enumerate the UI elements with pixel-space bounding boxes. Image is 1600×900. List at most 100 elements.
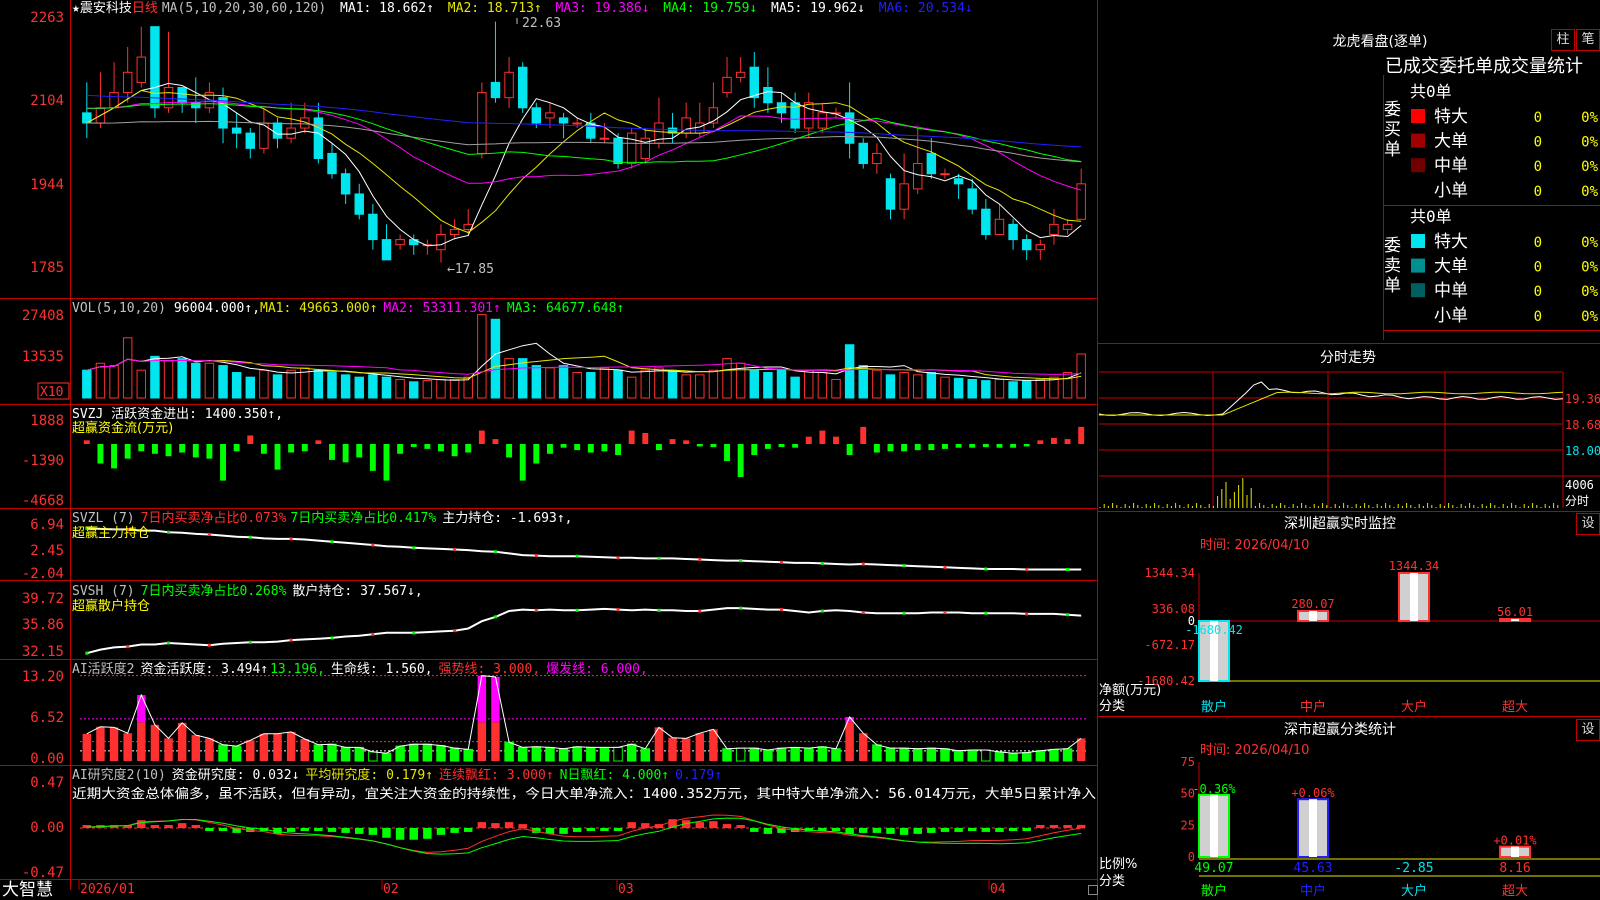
volume-bar [626,376,637,399]
ai2-bar [967,828,977,831]
svsh-line-marker [657,608,661,612]
ai2-bar [191,825,201,828]
svzj-tick: -1390 [22,453,64,469]
ai-bar [531,746,542,762]
svzl-line-marker [698,558,702,562]
ai-bar [218,744,228,762]
sz-monitor-xlabel: 分类 [1099,699,1125,714]
svsh-line-marker [534,608,538,612]
svzj-bar [805,436,812,444]
svzl-line-marker [616,556,620,560]
ai-bar [286,731,296,761]
volume-bar [599,367,610,399]
ai2-bar [1049,825,1059,828]
ai2-bar [1008,828,1018,831]
svsh-line-marker [780,608,784,612]
candle-body [1062,223,1073,230]
order-stats-title: 已成交委托单成交量统计 [1385,56,1583,77]
svsh-layer [85,606,1082,655]
candle-body [1049,223,1059,236]
candle-body [858,142,868,165]
tick-view-button[interactable]: 笔 [1576,29,1600,51]
ai2-tick: 0.47 [30,775,64,791]
volume-bar [218,365,228,399]
price-tick: 2104 [30,93,64,109]
svzl-line-marker [657,556,661,560]
svzj-layer [83,426,1085,481]
sz-stats-value: 45.63 [1293,861,1332,876]
svzl-line-marker [984,567,988,571]
svsh-line-marker [943,610,947,614]
volume-bar [1035,378,1046,399]
sz-stats-category: 超大 [1502,884,1528,899]
svzj-bar [111,444,118,469]
sz-stats-title: 深市超赢分类统计 [1284,721,1396,738]
volume-bar [490,318,501,399]
sz-monitor-chart: 1344.34336.080-672.17-1680.42-1680.42散户2… [1137,559,1600,715]
ai-t4: 强势线: 3.000, [439,661,541,677]
ai-bar [123,733,132,761]
candle-body [994,218,1005,236]
sz-stats-settings-button[interactable]: 设 [1576,719,1600,741]
sz-stats-delta: +0.06% [1291,786,1335,800]
ai-bar [1035,750,1046,762]
ai2-bar [995,828,1004,832]
svzj-bar [560,444,567,448]
ai-bar [1008,752,1018,762]
candle-body [613,137,623,165]
ai-bar [96,726,105,761]
volume-bar [109,365,119,399]
intraday-tick: 18.00 [1565,444,1600,458]
ai2-bar [559,828,568,834]
candle-body [368,213,378,241]
svzj-bar [819,430,826,444]
lock-icon[interactable] [1088,885,1098,895]
volume-bar [545,367,555,399]
ai-bar [273,733,282,761]
ai-bar [926,747,937,762]
order-swatch [1411,109,1425,123]
sz-monitor-settings-button[interactable]: 设 [1576,513,1600,535]
svzl-line-marker [739,559,743,563]
svzl-line-marker [1025,568,1029,572]
svzj-bar [751,444,758,455]
ai-bar [150,724,160,761]
svsh-line-marker [453,629,457,633]
volume-bar [667,369,678,399]
sz-stats-bar-shine [1511,846,1519,857]
ai2-bar [981,828,991,832]
column-view-button[interactable]: 柱 [1551,29,1575,51]
ma3-value: MA3: 19.386↓ [556,1,650,16]
order-swatch [1411,234,1425,248]
sz-stats-xlabel: 分类 [1099,874,1125,889]
ai-bar [735,747,746,762]
svzl-line-marker [453,547,457,551]
intraday-vol-unit: 分时 [1565,494,1589,508]
ai2-bar [382,828,391,838]
svsh-line-marker [289,638,293,642]
svzl-line-marker [902,564,906,568]
volume-bar [517,358,528,399]
volume-bar [926,372,937,399]
svsh-line-marker [412,631,416,635]
ai-bar [422,743,433,762]
svzl-line-marker [575,554,579,558]
volume-bar [409,381,419,399]
svzj-bar [696,444,703,447]
volume-bar [436,378,446,399]
candle-body [395,239,405,246]
ai-bar [246,740,255,761]
svsh-line-marker [1066,613,1070,617]
ai-bar [231,745,242,762]
svsh-line-marker [1025,612,1029,616]
ai2-bar [872,828,882,833]
ai2-bar [695,822,705,828]
order-percent: 0% [1581,159,1598,175]
volume-bar [1076,353,1086,399]
svzj-bar [369,444,376,471]
candle-body [572,122,582,125]
sz-monitor-title: 深圳超赢实时监控 [1284,515,1396,532]
svsh-line-marker [698,609,702,613]
intraday-vol-tick: 4006 [1565,478,1594,492]
volume-bar [1008,381,1018,399]
